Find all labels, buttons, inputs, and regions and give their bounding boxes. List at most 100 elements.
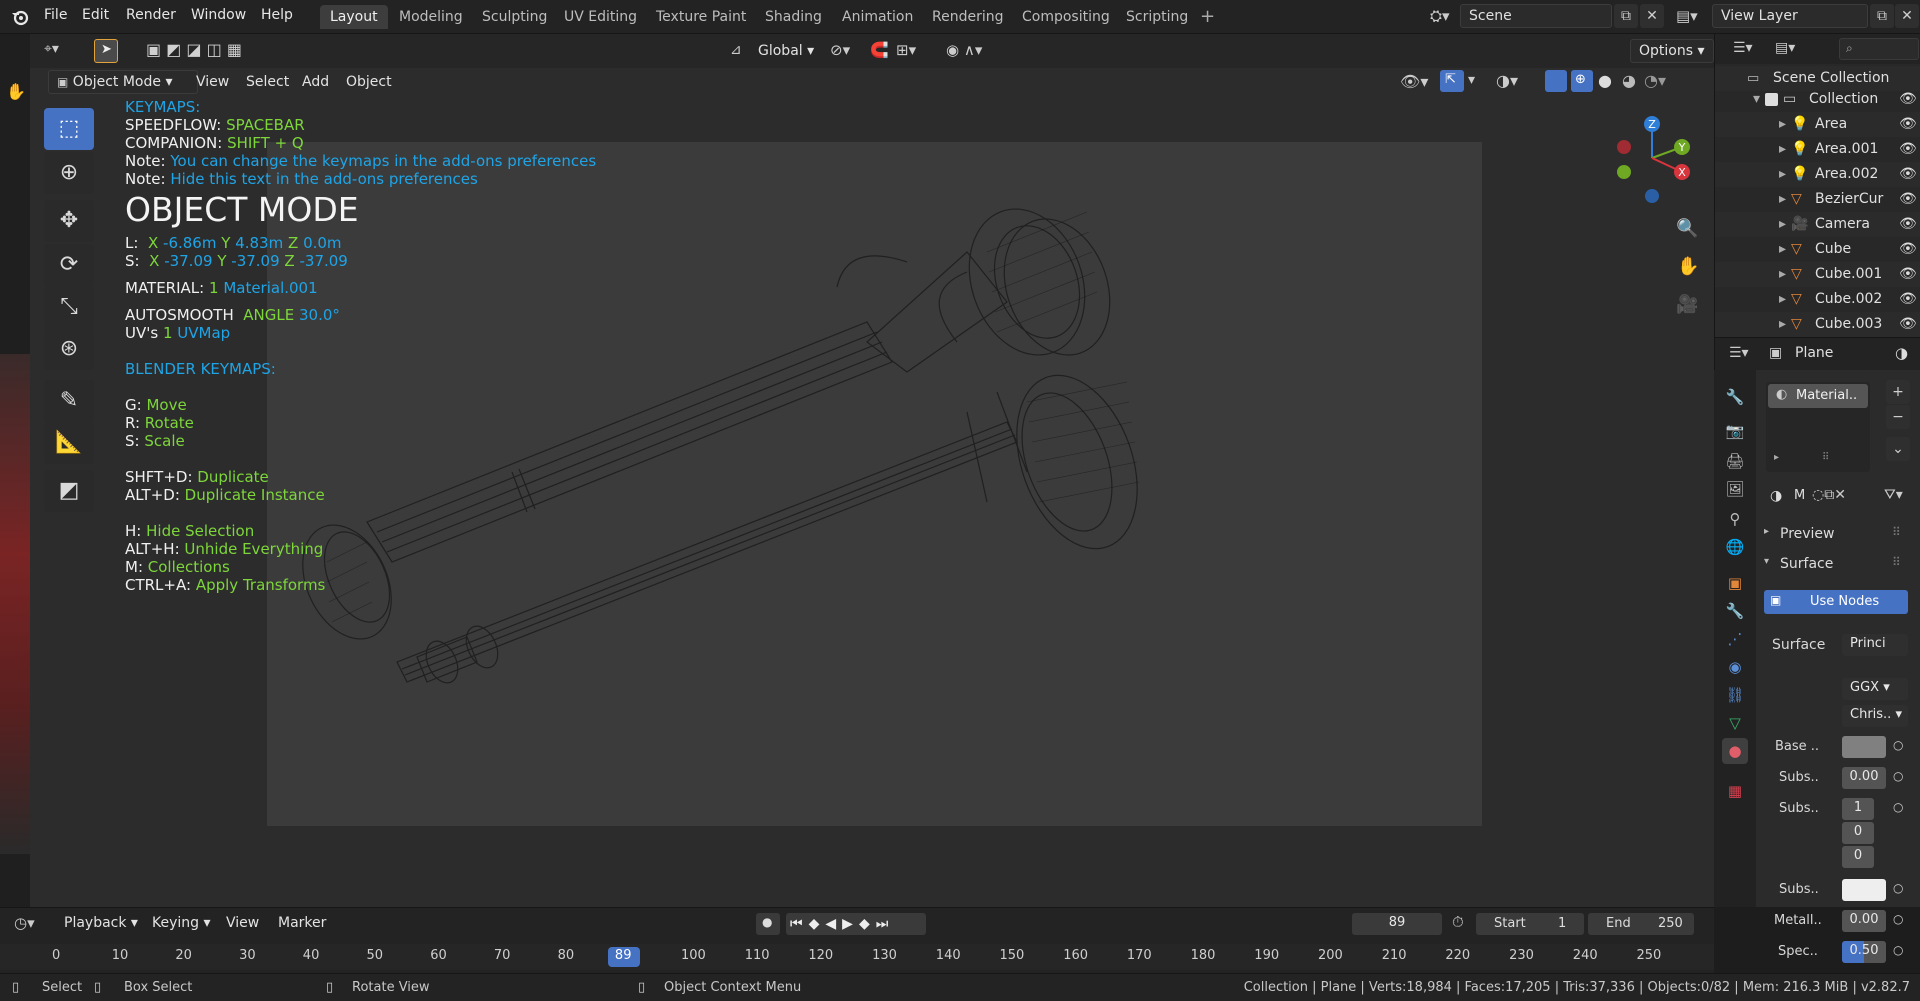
scene-field[interactable]: Scene — [1460, 4, 1612, 28]
start-frame-field[interactable]: Start 1 — [1476, 913, 1584, 935]
expand-arrow-icon[interactable]: ▸ — [1779, 212, 1786, 237]
modifier-tab-icon[interactable]: 🔧 — [1722, 598, 1748, 624]
playback-controls[interactable]: ⏮◆◀▶◆⏭ — [786, 913, 926, 935]
overlay-icon[interactable]: ◑▾ — [1496, 71, 1518, 90]
add-slot-icon[interactable]: + — [1886, 380, 1910, 404]
timeline-view-menu[interactable]: View — [218, 911, 267, 935]
tab-animation[interactable]: Animation — [832, 5, 923, 29]
slot-menu-icon[interactable]: ⌄ — [1886, 437, 1910, 461]
transform-orientation-dropdown[interactable]: Global ▾ — [750, 39, 822, 63]
tab-shading[interactable]: Shading — [755, 5, 832, 29]
subsurface-color-swatch[interactable] — [1842, 879, 1886, 901]
jump-start-icon[interactable]: ⏮ — [790, 916, 809, 932]
expand-arrow-icon[interactable]: ▸ — [1779, 137, 1786, 162]
expand-arrow-icon[interactable]: ▸ — [1779, 162, 1786, 187]
outliner-item[interactable]: ▸ 💡 Area.001 👁 — [1715, 137, 1920, 162]
drag-grip-icon[interactable]: ⠿ — [1892, 555, 1901, 569]
proportional-edit-icon[interactable]: ◉ ∧▾ — [946, 41, 982, 59]
eye-icon[interactable]: 👁 — [1899, 137, 1917, 162]
scale-tool[interactable]: ⤡ — [44, 286, 94, 328]
select-box-tool[interactable]: ⬚ — [44, 108, 94, 150]
visibility-icon[interactable]: 👁▾ — [1400, 72, 1428, 91]
subsurface-field[interactable]: 0.00 — [1842, 767, 1886, 789]
selection-mode-icons[interactable]: ▣ ◩ ◪ ◫ ▦ — [146, 40, 242, 59]
outliner-item[interactable]: ▸ ▽ Cube 👁 — [1715, 237, 1920, 262]
view-layer-field[interactable]: View Layer — [1712, 4, 1868, 28]
subsurface-radius-z[interactable]: 0 — [1842, 846, 1874, 868]
tab-compositing[interactable]: Compositing — [1012, 5, 1120, 29]
eye-icon[interactable]: 👁 — [1899, 112, 1917, 137]
material-shading-icon[interactable]: ◕ — [1622, 71, 1636, 90]
specular-field[interactable]: 0.50 — [1842, 941, 1886, 963]
blender-logo-icon[interactable] — [10, 7, 30, 27]
select-tool-button[interactable]: ➤ — [94, 39, 118, 63]
outliner-item[interactable]: ▸ ▽ Cube.002 👁 — [1715, 287, 1920, 312]
rendered-shading-icon[interactable]: ◔▾ — [1644, 71, 1666, 90]
checkbox-icon[interactable] — [1765, 93, 1778, 106]
subsurface-method-dropdown[interactable]: Chris.. ▾ — [1842, 705, 1908, 727]
tab-uv-editing[interactable]: UV Editing — [554, 5, 647, 29]
playback-menu[interactable]: Playback ▾ — [56, 911, 146, 935]
jump-end-icon[interactable]: ⏭ — [876, 916, 895, 932]
record-button[interactable]: ● — [756, 913, 780, 935]
socket-icon[interactable]: ○ — [1893, 943, 1903, 957]
menu-select[interactable]: Select — [238, 70, 297, 94]
menu-window[interactable]: Window — [191, 7, 246, 23]
metallic-field[interactable]: 0.00 — [1842, 910, 1886, 932]
eye-icon[interactable]: 👁 — [1899, 287, 1917, 312]
outliner-search-input[interactable]: ⌕ — [1839, 38, 1919, 60]
eye-icon[interactable]: 👁 — [1899, 187, 1917, 212]
base-color-swatch[interactable] — [1842, 736, 1886, 758]
tab-layout[interactable]: Layout — [320, 5, 388, 29]
eye-icon[interactable]: 👁 — [1899, 312, 1917, 337]
outliner-item[interactable]: ▸ ▽ Cube.003 👁 — [1715, 312, 1920, 337]
zoom-icon[interactable]: 🔍 — [1676, 218, 1698, 239]
outliner-item[interactable]: ▸ 💡 Area.002 👁 — [1715, 162, 1920, 187]
scene-selector-icon[interactable]: ⛭▾ — [1430, 7, 1450, 25]
keying-menu[interactable]: Keying ▾ — [144, 911, 219, 935]
wireframe-shading-button[interactable]: ⊕ — [1571, 70, 1593, 92]
socket-icon[interactable]: ○ — [1893, 800, 1903, 814]
menu-file[interactable]: File — [44, 7, 67, 23]
output-tab-icon[interactable]: 🖨 — [1722, 448, 1748, 474]
pivot-icon[interactable]: ⊘▾ — [830, 41, 850, 59]
add-cube-tool[interactable]: ◩ — [44, 470, 94, 512]
drag-grip-icon[interactable]: ⠿ — [1892, 525, 1901, 539]
display-mode-icon[interactable]: ▤▾ — [1775, 40, 1795, 56]
expand-arrow-icon[interactable]: ▸ — [1779, 237, 1786, 262]
play-icon[interactable]: ▶ — [842, 916, 859, 932]
hand-icon[interactable]: ✋ — [6, 82, 26, 101]
render-tab-icon[interactable]: 📷 — [1722, 418, 1748, 444]
material-slot-item[interactable]: ◐ Material.. — [1768, 384, 1868, 408]
menu-edit[interactable]: Edit — [82, 7, 109, 23]
outliner-editor-icon[interactable]: ☰▾ — [1733, 40, 1753, 56]
camera-view-icon[interactable]: 🎥 — [1676, 294, 1698, 315]
move-tool[interactable]: ✥ — [44, 200, 94, 242]
eye-icon[interactable]: 👁 — [1899, 262, 1917, 287]
eye-icon[interactable]: 👁 — [1899, 162, 1917, 187]
prev-keyframe-icon[interactable]: ◆ — [809, 916, 826, 932]
outliner-item[interactable]: ▸ 🎥 Camera 👁 — [1715, 212, 1920, 237]
physics-tab-icon[interactable]: ◉ — [1722, 654, 1748, 680]
outliner-item[interactable]: ▸ 💡 Area 👁 — [1715, 112, 1920, 137]
play-reverse-icon[interactable]: ◀ — [825, 916, 842, 932]
timeline-editor-icon[interactable]: ◷▾ — [14, 914, 35, 932]
menu-render[interactable]: Render — [126, 7, 176, 23]
cursor-tool[interactable]: ⊕ — [44, 152, 94, 194]
expand-arrow-icon[interactable]: ▸ — [1779, 262, 1786, 287]
scene-tab-icon[interactable]: ⚲ — [1722, 506, 1748, 532]
expand-arrow-icon[interactable]: ▸ — [1779, 312, 1786, 337]
eye-icon[interactable]: 👁 — [1899, 237, 1917, 262]
subsurface-radius-y[interactable]: 0 — [1842, 822, 1874, 844]
add-workspace-icon[interactable]: + — [1200, 6, 1215, 27]
rotate-tool[interactable]: ⟳ — [44, 244, 94, 286]
view-layer-selector-icon[interactable]: ▤▾ — [1676, 7, 1698, 25]
transform-tool[interactable]: ⊛ — [44, 328, 94, 370]
remove-slot-icon[interactable]: − — [1886, 405, 1910, 429]
surface-shader-dropdown[interactable]: Princi — [1842, 634, 1908, 656]
material-short-name[interactable]: M — [1794, 488, 1805, 503]
tab-modeling[interactable]: Modeling — [389, 5, 473, 29]
tab-texture-paint[interactable]: Texture Paint — [646, 5, 756, 29]
socket-icon[interactable]: ○ — [1893, 738, 1903, 752]
material-datablock-icons[interactable]: ◌⧉✕ — [1812, 487, 1846, 503]
